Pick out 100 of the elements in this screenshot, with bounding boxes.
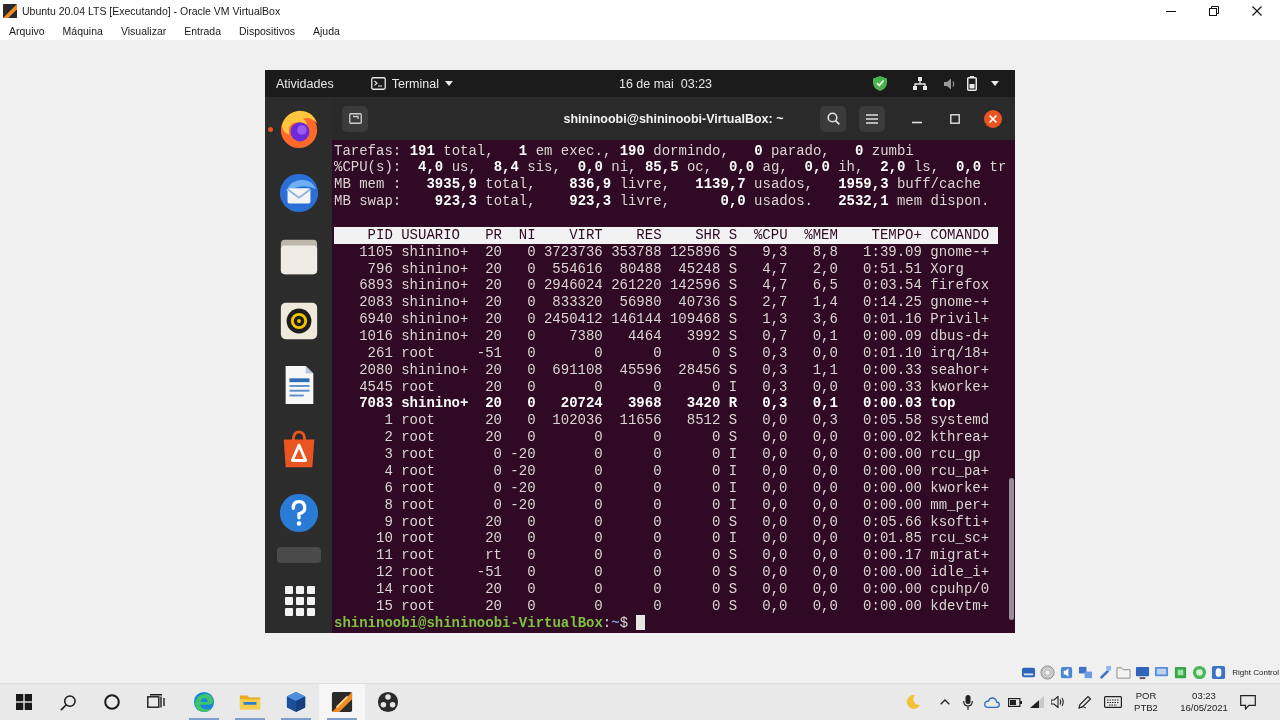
disc-icon[interactable] xyxy=(1040,665,1056,680)
speaker-icon[interactable] xyxy=(944,77,956,90)
mouse-icon[interactable] xyxy=(1211,665,1227,680)
maximize-icon[interactable] xyxy=(950,113,960,124)
close-icon[interactable] xyxy=(1251,5,1262,16)
menu-item[interactable]: Ajuda xyxy=(304,23,349,38)
table-cell: mm_per+ xyxy=(930,496,990,514)
table-cell: root xyxy=(401,412,435,430)
table-cell: 3 xyxy=(384,446,393,463)
table-cell: 0 xyxy=(711,580,721,598)
table-cell: root xyxy=(401,446,435,463)
menu-item[interactable]: Máquina xyxy=(53,23,112,38)
table-cell: shinino+ xyxy=(401,260,469,278)
app-menu[interactable]: Terminal xyxy=(370,76,453,91)
microphone-icon[interactable] xyxy=(963,694,973,710)
table-cell: 12 xyxy=(376,564,393,581)
table-cell: root xyxy=(401,429,435,447)
battery-icon[interactable] xyxy=(1008,697,1022,707)
table-cell: 125896 xyxy=(669,243,721,261)
activities-button[interactable]: Atividades xyxy=(276,76,334,91)
network-icon[interactable] xyxy=(913,77,927,90)
table-cell: 0:00.00 xyxy=(863,564,922,581)
swirl-icon xyxy=(193,691,215,713)
table-cell: 0 xyxy=(594,564,603,581)
shield-icon[interactable] xyxy=(873,76,887,91)
signal-icon[interactable] xyxy=(1030,696,1044,708)
table-cell: 20 xyxy=(485,378,502,396)
table-cell: 10 xyxy=(376,530,393,548)
table-cell: 0:05.66 xyxy=(863,513,922,531)
table-cell: 0:05.58 xyxy=(863,412,922,430)
table-cell: 0 xyxy=(711,496,721,514)
table-cell: 2946024 xyxy=(543,277,603,295)
table-cell: I xyxy=(728,479,738,497)
table-cell: 833320 xyxy=(552,294,603,312)
table-cell: 6893 xyxy=(359,277,393,295)
menu-item[interactable]: Arquivo xyxy=(0,23,54,38)
stacked-squares-icon[interactable] xyxy=(1078,665,1094,680)
table-cell: 0,7 xyxy=(762,328,788,345)
shell-prompt: shininoobi@shininoobi-VirtualBox:~$ xyxy=(334,614,629,631)
notification-icon[interactable] xyxy=(1240,694,1256,710)
table-cell: 0,1 xyxy=(812,328,838,345)
table-cell: 109468 xyxy=(669,311,721,329)
table-cell: 20 xyxy=(485,395,502,413)
table-cell: 0:00.33 xyxy=(863,378,922,396)
new-tab-button[interactable] xyxy=(342,105,368,132)
restore-icon[interactable] xyxy=(1208,5,1219,16)
keyboard-icon[interactable] xyxy=(1104,696,1122,708)
table-cell: 0 xyxy=(711,547,721,565)
table-cell: 0 xyxy=(653,580,662,598)
table-cell: 0 xyxy=(711,429,721,447)
menu-button[interactable] xyxy=(859,105,885,132)
close-icon[interactable] xyxy=(984,109,1002,128)
menu-item[interactable]: Entrada xyxy=(175,23,230,38)
table-cell: 3,6 xyxy=(812,311,838,329)
chevron-up-icon[interactable] xyxy=(940,699,950,705)
taskbar-app-button[interactable] xyxy=(319,684,365,720)
table-cell: 0:01.10 xyxy=(863,344,922,362)
table-cell: root xyxy=(401,479,435,497)
table-cell: 0:00.17 xyxy=(863,547,922,565)
circle-dot-icon[interactable] xyxy=(1192,665,1208,680)
speaker-icon[interactable] xyxy=(1051,696,1065,708)
menu-item[interactable]: Dispositivos xyxy=(230,23,305,38)
table-cell: 20 xyxy=(485,311,502,329)
table-cell: 0 xyxy=(711,597,721,615)
clock-button[interactable]: 03:23 16/05/2021 xyxy=(1176,690,1232,714)
table-cell: 0 xyxy=(711,530,721,548)
table-cell: shinino+ xyxy=(401,277,469,295)
input-language-button[interactable]: POR PTB2 xyxy=(1131,690,1161,714)
tile-icon xyxy=(276,547,321,563)
cloud-icon[interactable] xyxy=(984,696,1000,708)
summary-line: Tarefas: 191 total, 1 em exec., 190 dormindo, 0 parado, 0 zumbi xyxy=(334,142,914,160)
table-cell: 1016 xyxy=(359,328,393,345)
table-cell: 28456 xyxy=(678,361,721,379)
caret-icon[interactable] xyxy=(991,81,999,86)
table-cell: 0 xyxy=(711,564,721,581)
chip-icon[interactable] xyxy=(1173,665,1189,680)
table-cell: 3723736 xyxy=(543,243,603,261)
table-cell: 20 xyxy=(485,412,502,430)
scrollbar[interactable] xyxy=(1009,478,1014,620)
table-cell: 0:00.00 xyxy=(863,462,922,480)
menu-item[interactable]: Visualizar xyxy=(111,23,176,38)
table-cell: root xyxy=(401,462,435,480)
table-cell: 0 xyxy=(594,446,603,463)
clock[interactable]: 16 de mai 03:23 xyxy=(618,76,713,91)
column-header: USUARIO xyxy=(401,226,460,244)
table-cell: 4545 xyxy=(359,378,393,396)
table-cell: 0 xyxy=(527,378,536,396)
table-cell: systemd xyxy=(930,412,990,430)
pen-icon[interactable] xyxy=(1078,695,1092,709)
table-cell: 0 xyxy=(711,479,721,497)
table-cell: 353788 xyxy=(611,243,662,261)
table-cell: 11656 xyxy=(619,412,662,430)
table-cell: 0 xyxy=(493,479,502,497)
table-cell: 80488 xyxy=(619,260,662,278)
table-cell: root xyxy=(401,597,435,615)
search-button[interactable] xyxy=(820,105,846,132)
table-cell: kthrea+ xyxy=(930,429,990,447)
table-cell: 0 xyxy=(527,395,536,413)
wand-icon[interactable] xyxy=(1097,665,1113,680)
display-icon[interactable] xyxy=(1135,665,1151,680)
